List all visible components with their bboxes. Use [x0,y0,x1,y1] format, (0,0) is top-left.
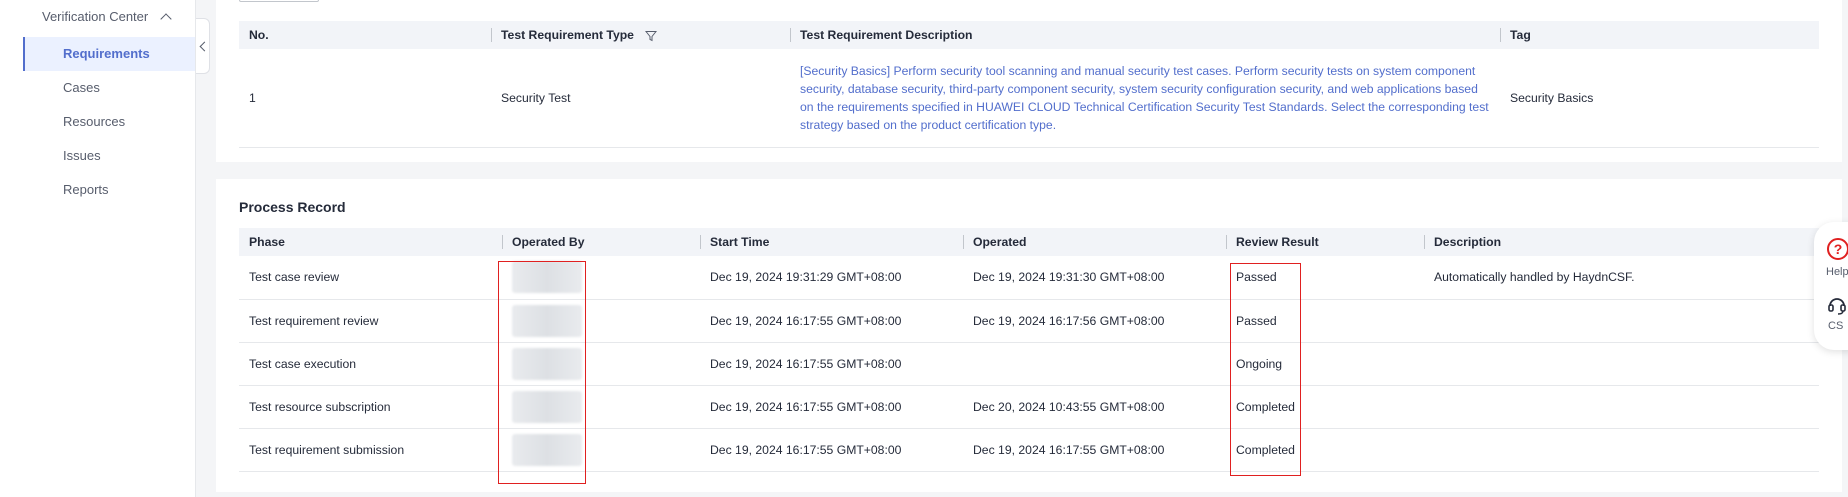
cell-phase: Test requirement submission [239,428,502,472]
cell-no: 1 [239,49,491,148]
requirement-description-link[interactable]: [Security Basics] Perform security tool … [800,62,1490,134]
sidebar-item-reports[interactable]: Reports [23,173,195,207]
requirements-table: No. Test Requirement Type Test Requireme… [239,21,1819,148]
cell-review-result: Completed [1226,428,1424,472]
process-record-table: Phase Operated By Start Time Operated Re… [239,228,1819,472]
col-header-review-result: Review Result [1226,228,1424,256]
cell-operated-by [502,342,700,386]
cell-review-result: Passed [1226,299,1424,343]
col-header-operated: Operated [963,228,1226,256]
sidebar-item-requirements[interactable]: Requirements [23,37,195,71]
chevron-up-icon [160,12,172,25]
cell-review-result: Passed [1226,256,1424,300]
cell-phase: Test resource subscription [239,385,502,429]
requirements-card: No. Test Requirement Type Test Requireme… [216,0,1842,162]
col-header-description: Description [1424,228,1819,256]
redacted-operator [512,433,582,466]
cell-operated: Dec 19, 2024 19:31:30 GMT+08:00 [963,256,1226,300]
toolbar-button[interactable] [239,0,319,2]
cell-description: [Security Basics] Perform security tool … [790,49,1500,148]
cell-description [1424,428,1819,472]
cell-review-result: Ongoing [1226,342,1424,386]
redacted-operator [512,390,582,423]
cell-operated: Dec 20, 2024 10:43:55 GMT+08:00 [963,385,1226,429]
redacted-operator [512,304,582,337]
table-row: Test requirement submission Dec 19, 2024… [239,428,1819,472]
cell-operated: Dec 19, 2024 16:17:55 GMT+08:00 [963,428,1226,472]
cell-start-time: Dec 19, 2024 16:17:55 GMT+08:00 [700,342,963,386]
cell-operated-by [502,428,700,472]
cell-start-time: Dec 19, 2024 16:17:55 GMT+08:00 [700,299,963,343]
filter-icon[interactable] [645,30,658,42]
table-row: Test case review Dec 19, 2024 19:31:29 G… [239,256,1819,300]
col-header-type: Test Requirement Type [491,21,790,49]
redacted-operator [512,347,582,380]
table-row: Test requirement review Dec 19, 2024 16:… [239,299,1819,343]
table-row: 1 Security Test [Security Basics] Perfor… [239,49,1819,148]
table-row: Test resource subscription Dec 19, 2024 … [239,385,1819,429]
cell-description [1424,385,1819,429]
table-row: Test case execution Dec 19, 2024 16:17:5… [239,342,1819,386]
cell-tag: Security Basics [1500,49,1819,148]
cell-phase: Test case execution [239,342,502,386]
cell-start-time: Dec 19, 2024 16:17:55 GMT+08:00 [700,385,963,429]
redacted-operator [512,261,582,294]
cell-operated: Dec 19, 2024 16:17:56 GMT+08:00 [963,299,1226,343]
cell-start-time: Dec 19, 2024 16:17:55 GMT+08:00 [700,428,963,472]
nav-group-verification-center[interactable]: Verification Center [42,9,172,25]
col-header-phase: Phase [239,228,502,256]
floating-help-panel: ? Help CS [1814,222,1848,350]
cell-description [1424,342,1819,386]
cell-type: Security Test [491,49,790,148]
cell-operated [963,342,1226,386]
headset-icon[interactable] [1826,294,1848,316]
col-header-start-time: Start Time [700,228,963,256]
col-header-description: Test Requirement Description [790,21,1500,49]
col-header-operated-by: Operated By [502,228,700,256]
help-icon[interactable]: ? [1827,238,1848,260]
col-header-no: No. [239,21,491,49]
help-label[interactable]: Help [1826,266,1848,278]
sidebar-item-resources[interactable]: Resources [23,105,195,139]
nav-group-label: Verification Center [42,9,149,24]
section-title: Process Record [239,199,346,215]
process-record-card: Process Record Phase Operated By Start T… [216,179,1842,492]
cell-phase: Test requirement review [239,299,502,343]
cell-description: Automatically handled by HaydnCSF. [1424,256,1819,300]
cell-operated-by [502,299,700,343]
cs-label[interactable]: CS [1828,320,1843,332]
sidebar-item-issues[interactable]: Issues [23,139,195,173]
cell-start-time: Dec 19, 2024 19:31:29 GMT+08:00 [700,256,963,300]
chevron-left-icon [199,41,209,51]
sidebar: Verification Center Requirements Cases R… [0,0,196,497]
cell-phase: Test case review [239,256,502,300]
cell-review-result: Completed [1226,385,1424,429]
col-header-tag: Tag [1500,21,1819,49]
sidebar-collapse-button[interactable] [196,18,210,74]
cell-operated-by [502,385,700,429]
cell-description [1424,299,1819,343]
cell-operated-by [502,256,700,300]
sidebar-item-cases[interactable]: Cases [23,71,195,105]
